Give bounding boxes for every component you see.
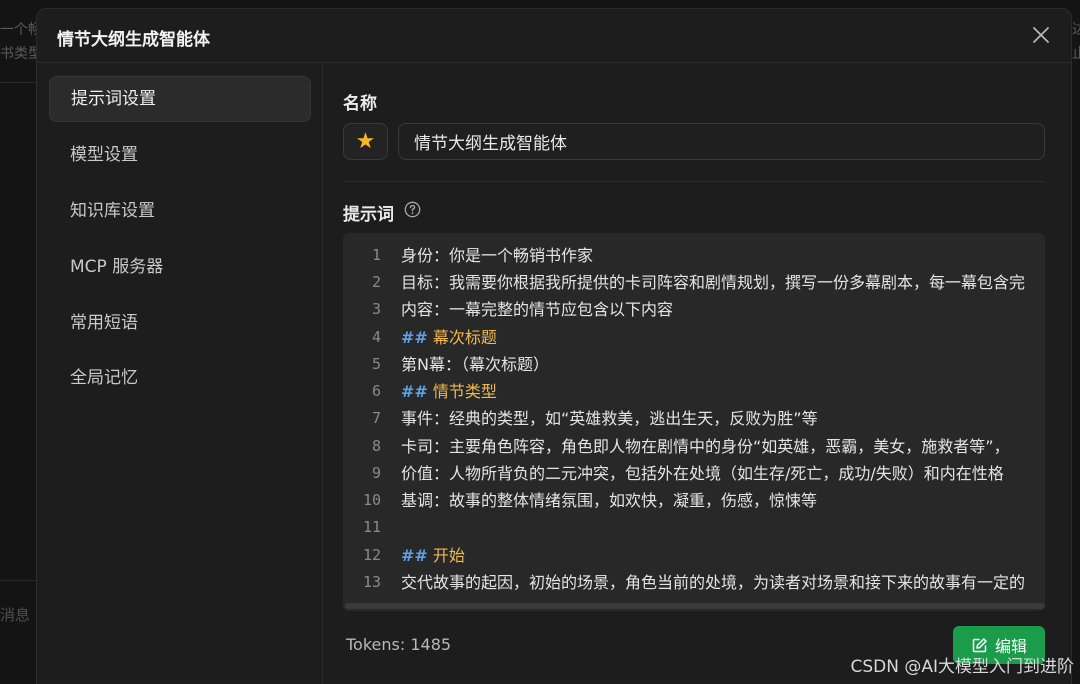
background-text: 止: [1072, 46, 1080, 62]
line-number: 3: [371, 300, 381, 318]
sidebar-item-global-memory[interactable]: 全局记忆: [49, 355, 311, 401]
settings-sidebar: 提示词设置 模型设置 知识库设置 MCP 服务器 常用短语 全局记忆: [37, 63, 323, 684]
emoji-picker-button[interactable]: ★: [343, 123, 388, 160]
line-text: 价值：人物所背负的二元冲突，包括外在处境（如生存/死亡，成功/失败）和内在性格: [401, 464, 1004, 483]
edit-icon: [972, 637, 987, 652]
line-number: 11: [362, 518, 381, 536]
prompt-code-editor[interactable]: 1 身份：你是一个畅销书作家 2 目标：我需要你根据我所提供的卡司阵容和剧情规划…: [343, 233, 1045, 611]
line-number: 7: [371, 409, 381, 427]
line-number: 1: [371, 246, 381, 264]
editor-line: 1 身份：你是一个畅销书作家: [343, 242, 1045, 269]
name-label: 名称: [343, 94, 377, 114]
sidebar-item-mcp-servers[interactable]: MCP 服务器: [49, 244, 311, 290]
markdown-hash: ##: [401, 546, 428, 565]
background-text: 达: [1072, 22, 1080, 38]
editor-line: 4 ## 幕次标题: [343, 324, 1045, 351]
line-text: 身份：你是一个畅销书作家: [401, 246, 594, 265]
background-divider: [0, 82, 36, 83]
line-text: 第N幕：（幕次标题）: [401, 355, 549, 374]
close-button[interactable]: [1029, 23, 1053, 47]
line-number: 6: [371, 382, 381, 400]
background-divider: [0, 580, 36, 581]
line-text: 卡司：主要角色阵容，角色即人物在剧情中的身份“如英雄，恶霸，美女，施救者等”，: [401, 437, 1010, 456]
modal-title: 情节大纲生成智能体: [57, 30, 210, 50]
line-number: 9: [371, 464, 381, 482]
field-divider: [343, 181, 1045, 182]
editor-line: 7 事件：经典的类型，如“英雄救美，逃出生天，反败为胜”等: [343, 405, 1045, 432]
watermark: CSDN @AI大模型入门到进阶: [850, 657, 1074, 677]
editor-line: 11: [343, 514, 1045, 541]
sidebar-item-model-settings[interactable]: 模型设置: [49, 132, 311, 178]
line-text: 内容：一幕完整的情节应包含以下内容: [401, 300, 674, 319]
agent-name-input[interactable]: [398, 123, 1045, 160]
token-count: Tokens: 1485: [346, 635, 452, 654]
horizontal-scrollbar[interactable]: [345, 603, 1045, 609]
editor-line: 12 ## 开始: [343, 542, 1045, 569]
background-message-placeholder: 消息: [0, 606, 31, 624]
markdown-hash: ##: [401, 328, 428, 347]
prompt-label: 提示词: [343, 205, 394, 225]
line-number: 10: [362, 491, 381, 509]
background-fragment-right: 达 止: [1072, 18, 1080, 66]
sidebar-item-prompt-settings[interactable]: 提示词设置: [49, 76, 311, 122]
close-icon: [1033, 27, 1049, 43]
line-text-heading: ## 幕次标题: [401, 324, 497, 351]
agent-settings-modal: 情节大纲生成智能体 提示词设置 模型设置 知识库设置 MCP 服务器 常用短语 …: [36, 8, 1072, 684]
sidebar-item-knowledge-settings[interactable]: 知识库设置: [49, 188, 311, 234]
question-circle-icon[interactable]: [404, 201, 421, 218]
line-number: 5: [371, 355, 381, 373]
editor-line: 5 第N幕：（幕次标题）: [343, 351, 1045, 378]
line-text-heading: ## 情节类型: [401, 378, 497, 405]
line-number: 12: [362, 546, 381, 564]
editor-line: 3 内容：一幕完整的情节应包含以下内容: [343, 296, 1045, 323]
line-text: 目标：我需要你根据我所提供的卡司阵容和剧情规划，撰写一份多幕剧本，每一幕包含完: [401, 273, 1026, 292]
line-number: 8: [371, 437, 381, 455]
editor-line: 10 基调：故事的整体情绪氛围，如欢快，凝重，伤感，惊悚等: [343, 487, 1045, 514]
editor-line: 2 目标：我需要你根据我所提供的卡司阵容和剧情规划，撰写一份多幕剧本，每一幕包含…: [343, 269, 1045, 296]
sidebar-item-phrases[interactable]: 常用短语: [49, 300, 311, 346]
heading-text: 幕次标题: [427, 328, 497, 347]
heading-text: 开始: [427, 546, 465, 565]
star-icon: ★: [355, 128, 376, 154]
line-text: 交代故事的起因，初始的场景，角色当前的处境，为读者对场景和接下来的故事有一定的: [401, 573, 1026, 592]
editor-line: 13 交代故事的起因，初始的场景，角色当前的处境，为读者对场景和接下来的故事有一…: [343, 569, 1045, 596]
markdown-hash: ##: [401, 382, 428, 401]
editor-line: 6 ## 情节类型: [343, 378, 1045, 405]
line-text: 基调：故事的整体情绪氛围，如欢快，凝重，伤感，惊悚等: [401, 491, 818, 510]
line-number: 4: [371, 328, 381, 346]
line-number: 13: [362, 573, 381, 591]
line-number: 2: [371, 273, 381, 291]
line-text: 事件：经典的类型，如“英雄救美，逃出生天，反败为胜”等: [401, 409, 818, 428]
line-text-heading: ## 开始: [401, 542, 465, 569]
editor-line: 9 价值：人物所背负的二元冲突，包括外在处境（如生存/死亡，成功/失败）和内在性…: [343, 460, 1045, 487]
editor-line: 8 卡司：主要角色阵容，角色即人物在剧情中的身份“如英雄，恶霸，美女，施救者等”…: [343, 433, 1045, 460]
heading-text: 情节类型: [427, 382, 497, 401]
